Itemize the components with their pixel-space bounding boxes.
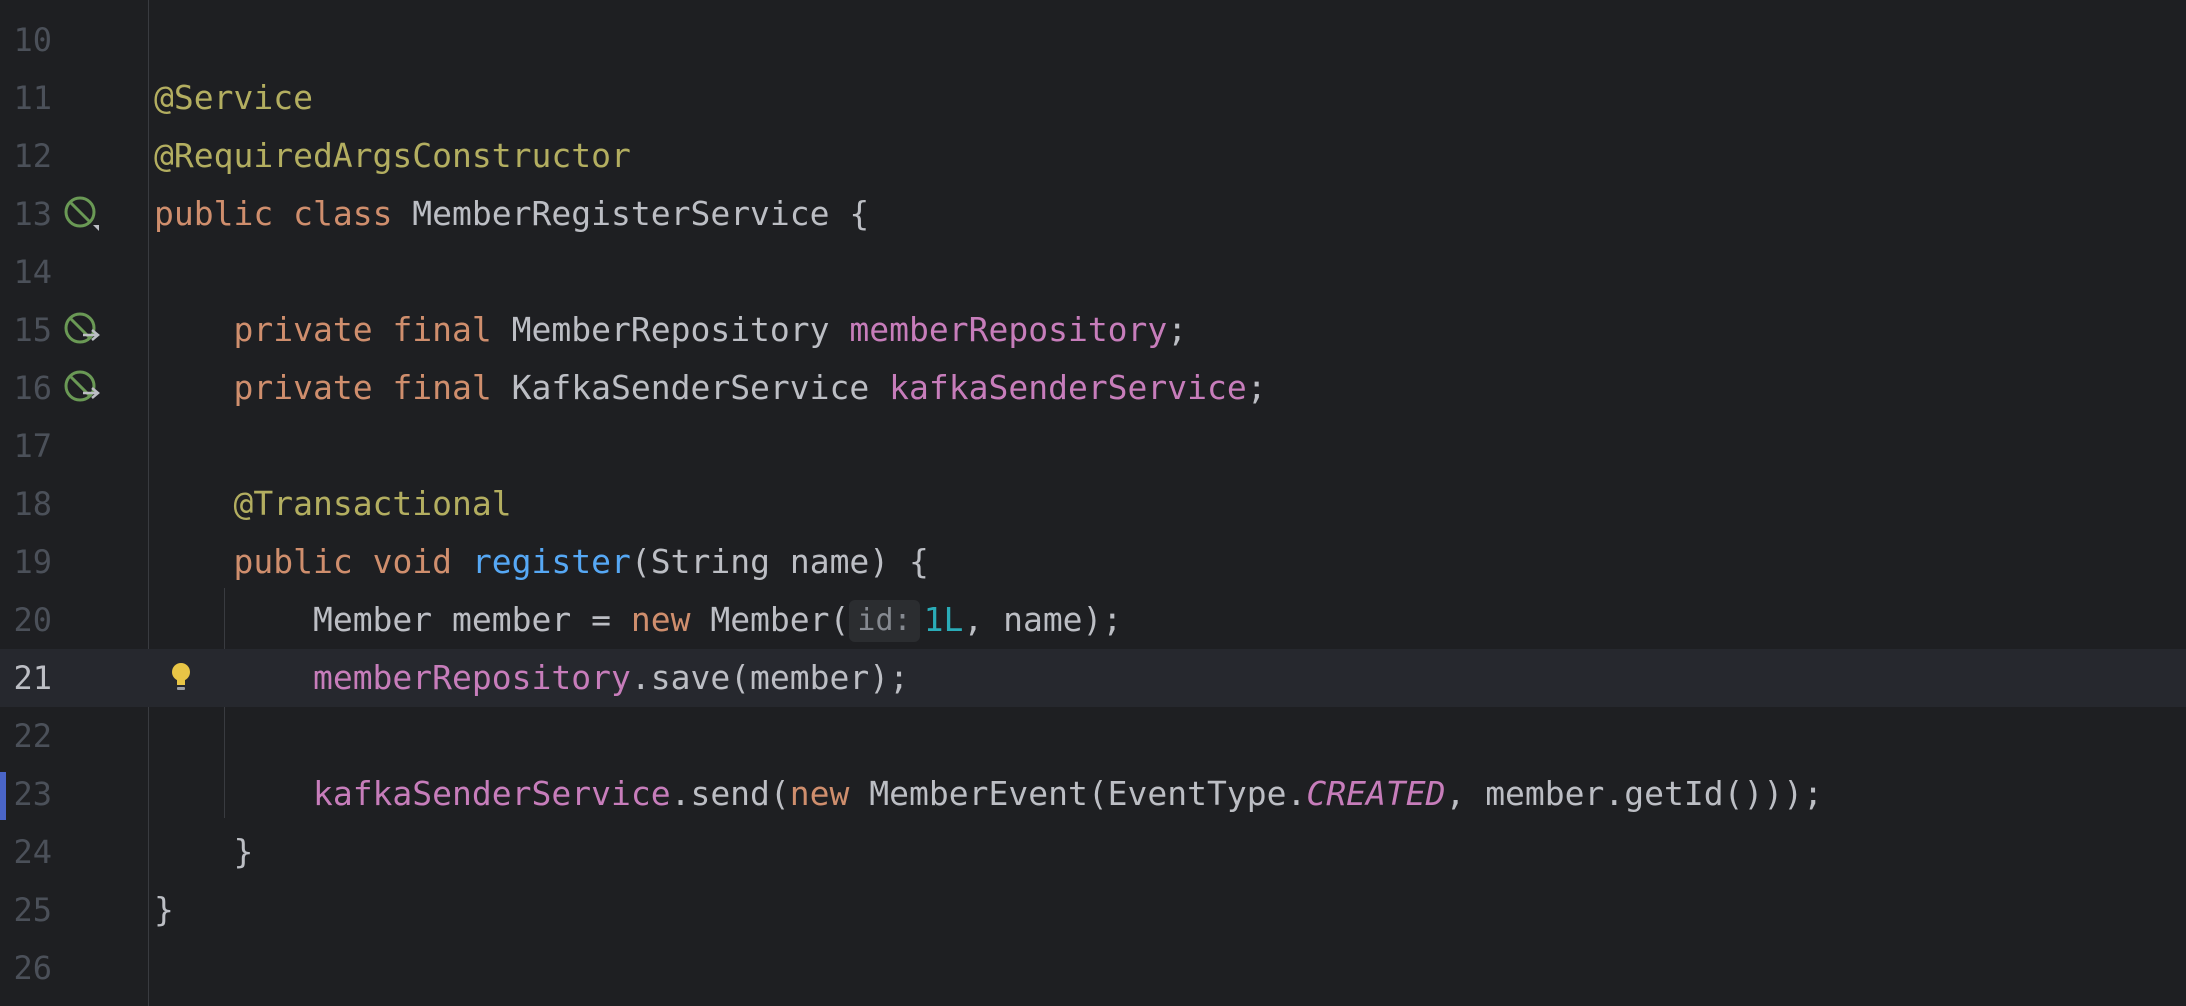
method-name: register xyxy=(471,542,631,581)
keyword: final xyxy=(392,310,492,349)
spring-bean-navigate-icon[interactable] xyxy=(63,369,101,407)
variable-declaration: Member member = xyxy=(312,600,631,639)
keyword: new xyxy=(789,774,850,813)
line-number[interactable]: 16 xyxy=(0,359,52,417)
line-number[interactable]: 19 xyxy=(0,533,52,591)
code-line[interactable]: 19 public void register(String name) { xyxy=(0,533,2186,591)
annotation: @Service xyxy=(154,78,313,117)
code-text[interactable]: memberRepository.save(member); xyxy=(154,649,909,707)
keyword: final xyxy=(392,368,492,407)
code-text[interactable]: private final MemberRepository memberRep… xyxy=(154,301,1187,359)
code-line[interactable]: 15 private final MemberRepository member… xyxy=(0,301,2186,359)
punctuation: ; xyxy=(1246,368,1267,407)
field-name: kafkaSenderService xyxy=(889,368,1247,407)
line-number[interactable]: 20 xyxy=(0,591,52,649)
method-call: .send( xyxy=(670,774,790,813)
line-number[interactable]: 23 xyxy=(0,765,52,823)
spring-bean-class-icon[interactable] xyxy=(63,195,101,233)
code-text[interactable]: @Service xyxy=(154,69,313,127)
number-literal: 1L xyxy=(923,600,964,639)
line-number[interactable]: 22 xyxy=(0,707,52,765)
method-call: .save(member); xyxy=(630,658,909,697)
keyword: new xyxy=(630,600,691,639)
code-text[interactable]: } xyxy=(154,881,174,939)
class-declaration: MemberRegisterService { xyxy=(392,194,870,233)
code-line[interactable]: 11 @Service xyxy=(0,69,2186,127)
method-params: (String name) { xyxy=(630,542,929,581)
code-line[interactable]: 26 xyxy=(0,939,2186,997)
line-number[interactable]: 10 xyxy=(0,11,52,69)
enum-constant: CREATED xyxy=(1306,774,1446,813)
field-name: memberRepository xyxy=(849,310,1168,349)
code-text[interactable]: Member member = new Member(id: 1L, name); xyxy=(154,591,1122,649)
line-number[interactable]: 11 xyxy=(0,69,52,127)
constructor-call: Member( xyxy=(690,600,850,639)
code-text[interactable]: public class MemberRegisterService { xyxy=(154,185,869,243)
line-number[interactable]: 13 xyxy=(0,185,52,243)
line-number[interactable]: 18 xyxy=(0,475,52,533)
argument-list: , name); xyxy=(963,600,1123,639)
code-line[interactable]: 24 } xyxy=(0,823,2186,881)
code-text[interactable]: kafkaSenderService.send(new MemberEvent(… xyxy=(154,765,1823,823)
code-line[interactable]: 13 public class MemberRegisterService { xyxy=(0,185,2186,243)
line-number[interactable]: 26 xyxy=(0,939,52,997)
line-number[interactable]: 12 xyxy=(0,127,52,185)
code-line[interactable]: 10 xyxy=(0,11,2186,69)
code-text[interactable]: } xyxy=(154,823,253,881)
closing-brace: } xyxy=(154,890,174,929)
current-code-line[interactable]: 21 memberRepository.save(member); xyxy=(0,649,2186,707)
code-line[interactable]: 22 xyxy=(0,707,2186,765)
code-line[interactable]: 16 private final KafkaSenderService kafk… xyxy=(0,359,2186,417)
code-text[interactable]: private final KafkaSenderService kafkaSe… xyxy=(154,359,1267,417)
parameter-hint: id: xyxy=(849,600,920,642)
keyword: public xyxy=(154,194,274,233)
type-name: KafkaSenderService xyxy=(491,368,890,407)
code-line[interactable]: 12 @RequiredArgsConstructor xyxy=(0,127,2186,185)
code-line[interactable]: 17 xyxy=(0,417,2186,475)
code-editor[interactable]: 10 11 @Service 12 @RequiredArgsConstruct… xyxy=(0,0,2186,1006)
keyword: private xyxy=(233,310,373,349)
line-number[interactable]: 24 xyxy=(0,823,52,881)
code-line[interactable]: 25 } xyxy=(0,881,2186,939)
code-line[interactable]: 18 @Transactional xyxy=(0,475,2186,533)
argument-list: , member.getId())); xyxy=(1445,774,1823,813)
line-number[interactable]: 17 xyxy=(0,417,52,475)
code-line[interactable]: 23 kafkaSenderService.send(new MemberEve… xyxy=(0,765,2186,823)
line-number[interactable]: 25 xyxy=(0,881,52,939)
field-name: memberRepository xyxy=(312,658,631,697)
code-text[interactable]: public void register(String name) { xyxy=(154,533,929,591)
closing-brace: } xyxy=(233,832,254,871)
field-name: kafkaSenderService xyxy=(312,774,671,813)
keyword: void xyxy=(372,542,453,581)
type-name: MemberRepository xyxy=(491,310,850,349)
keyword: private xyxy=(233,368,373,407)
spring-bean-navigate-icon[interactable] xyxy=(63,311,101,349)
code-line[interactable]: 14 xyxy=(0,243,2186,301)
annotation: @RequiredArgsConstructor xyxy=(154,136,631,175)
annotation: @Transactional xyxy=(233,484,512,523)
code-text[interactable]: @RequiredArgsConstructor xyxy=(154,127,631,185)
punctuation: ; xyxy=(1167,310,1188,349)
line-number[interactable]: 14 xyxy=(0,243,52,301)
keyword: class xyxy=(293,194,393,233)
code-line[interactable]: 20 Member member = new Member(id: 1L, nam… xyxy=(0,591,2186,649)
code-text[interactable]: @Transactional xyxy=(154,475,512,533)
keyword: public xyxy=(233,542,353,581)
constructor-call: MemberEvent(EventType. xyxy=(849,774,1307,813)
line-number[interactable]: 21 xyxy=(0,649,52,707)
line-number[interactable]: 15 xyxy=(0,301,52,359)
